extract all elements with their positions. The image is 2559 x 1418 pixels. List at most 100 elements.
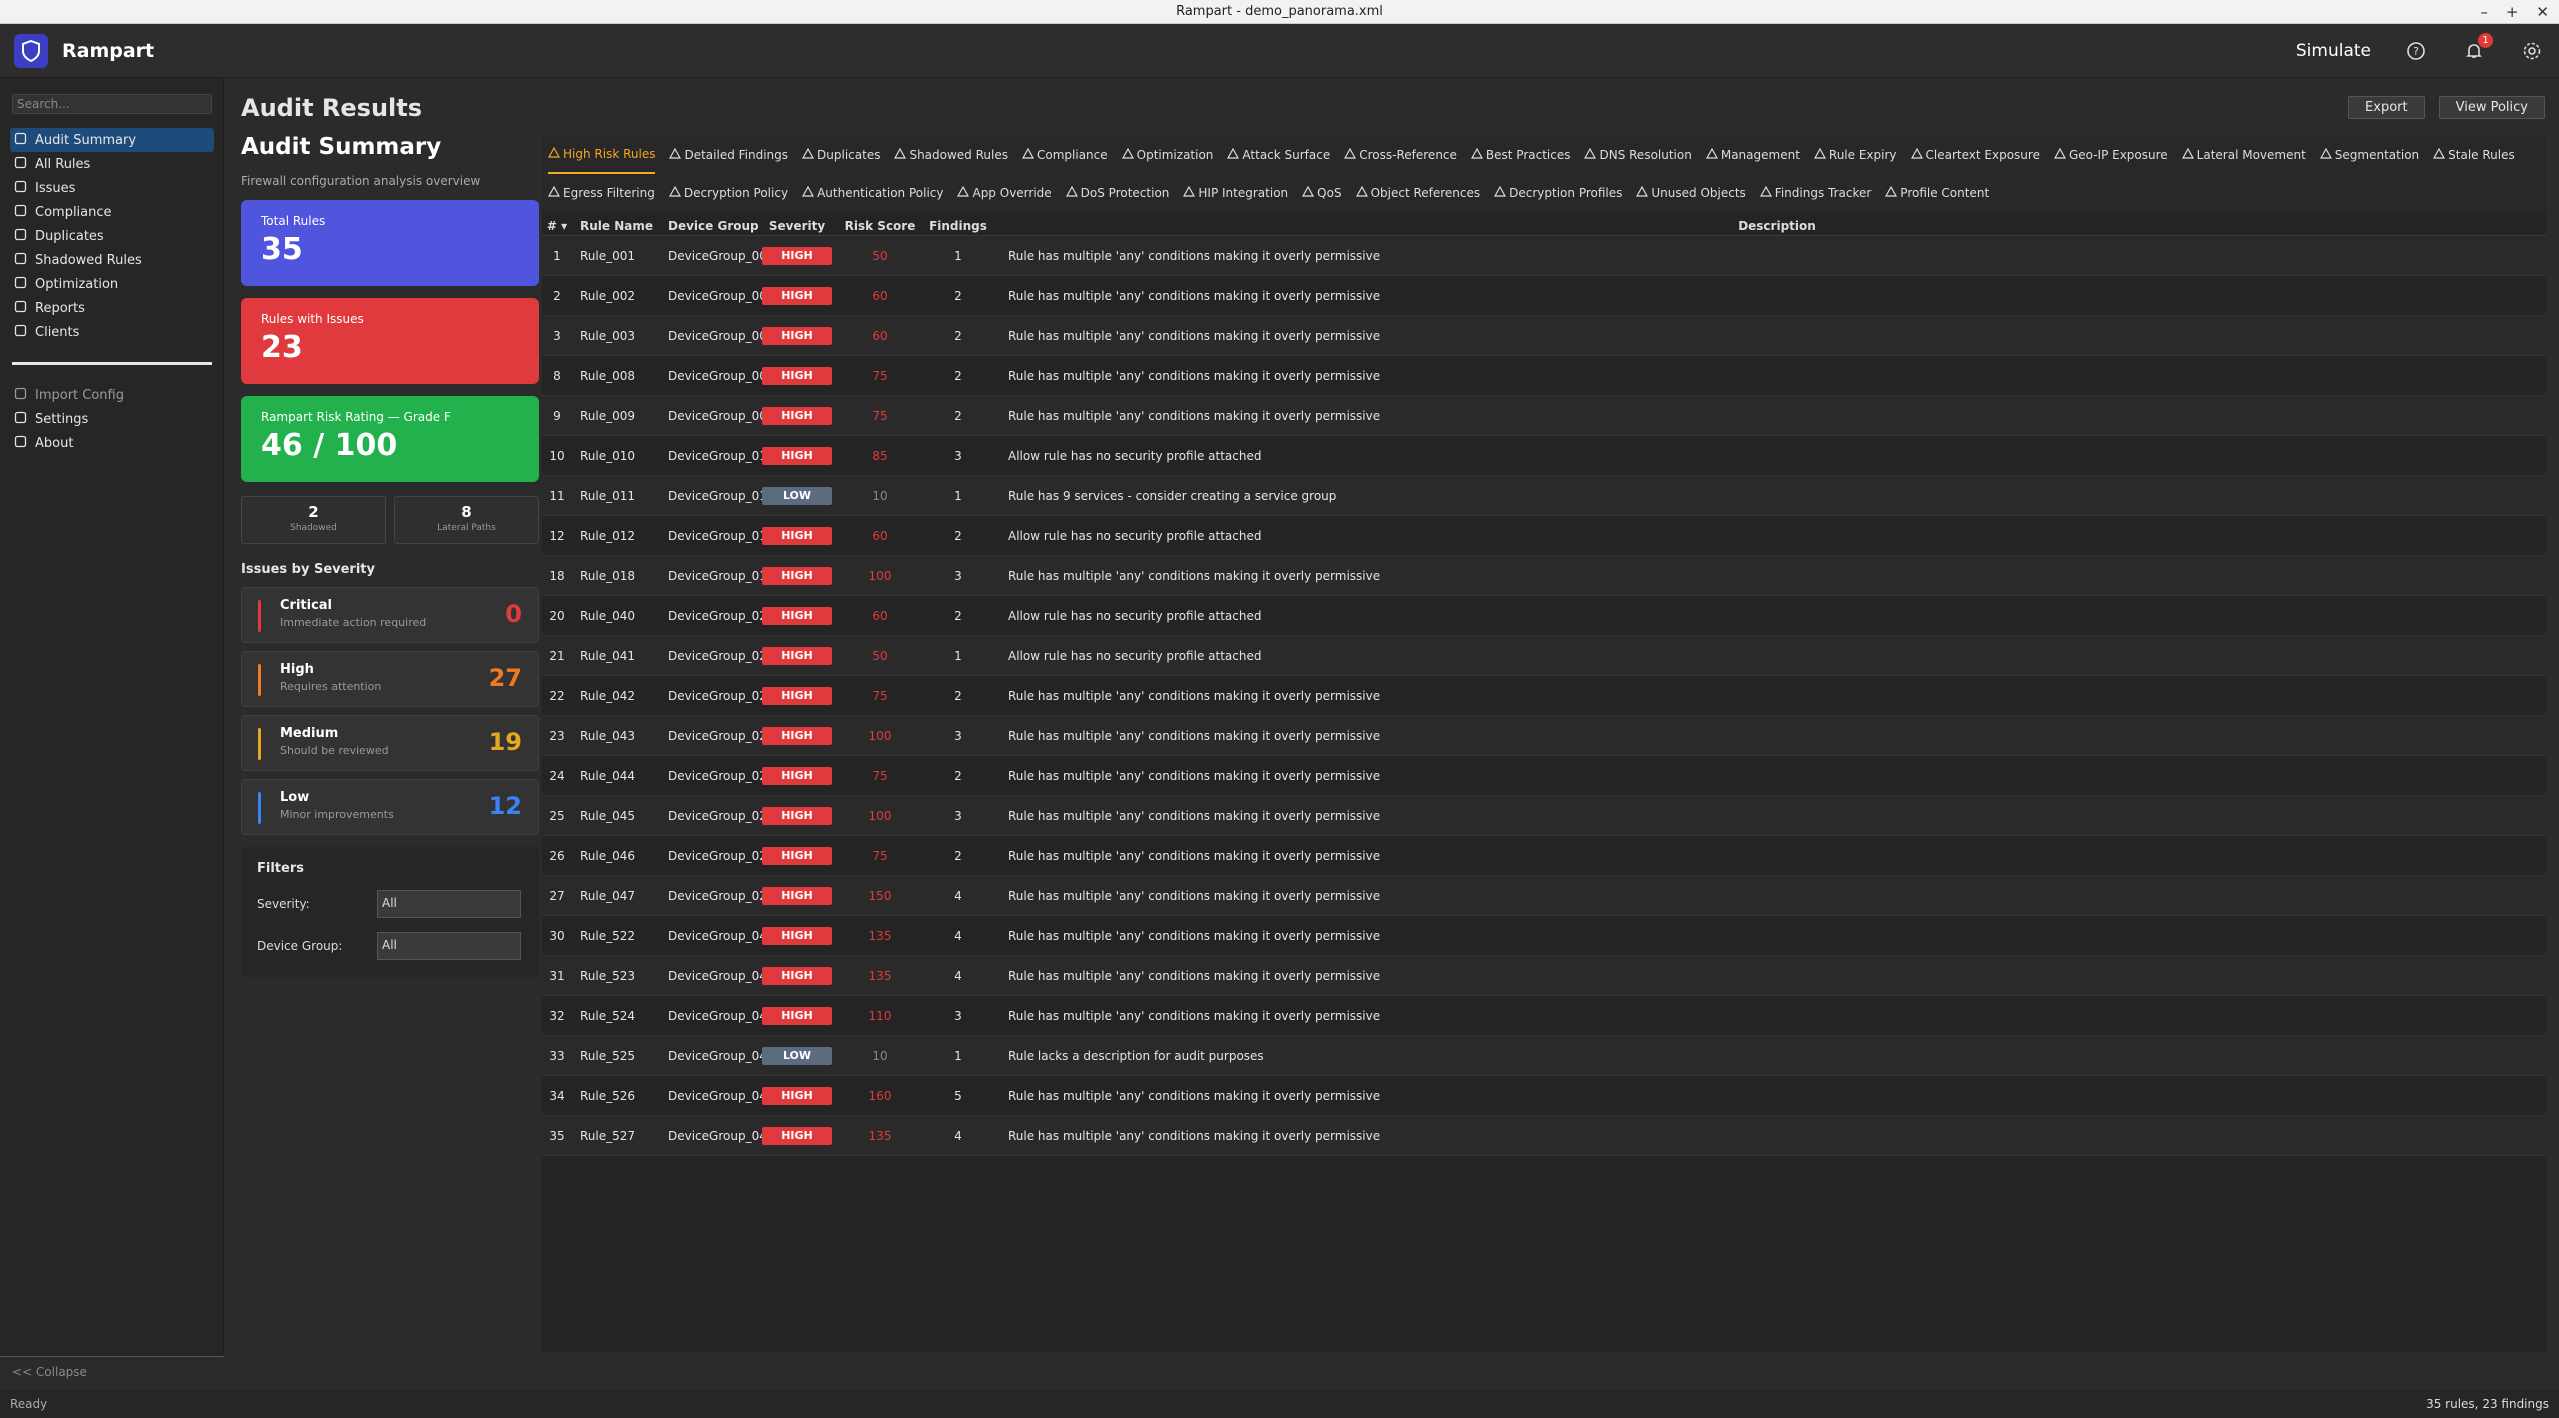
sidebar-item-all-rules[interactable]: All Rules <box>10 152 214 176</box>
severity-cell: HIGH <box>760 366 834 385</box>
table-row[interactable]: 10 Rule_010 DeviceGroup_01 HIGH 85 3 Allow rul… <box>542 436 2546 476</box>
column-header-number[interactable]: # ▾ <box>542 219 572 233</box>
sidebar-item-clients[interactable]: Clients <box>10 320 214 344</box>
tab-findings-tracker[interactable]: Findings Tracker <box>1759 174 1871 212</box>
tab-decryption-profiles[interactable]: Decryption Profiles <box>1494 174 1622 212</box>
tab-high-risk-rules[interactable]: High Risk Rules <box>547 136 656 174</box>
tab-shadowed-rules[interactable]: Shadowed Rules <box>894 136 1008 174</box>
findings-count: 2 <box>954 528 962 543</box>
list-icon <box>14 156 27 173</box>
sidebar-item-about[interactable]: About <box>10 431 214 455</box>
severity-card-medium[interactable]: Medium Should be reviewed 19 <box>241 715 539 771</box>
table-row[interactable]: 2 Rule_002 DeviceGroup_00 HIGH 60 2 Rule has m… <box>542 276 2546 316</box>
maximize-button[interactable]: + <box>2506 3 2519 21</box>
table-row[interactable]: 8 Rule_008 DeviceGroup_00 HIGH 75 2 Rule has m… <box>542 356 2546 396</box>
table-row[interactable]: 1 Rule_001 DeviceGroup_00 HIGH 50 1 Rule has m… <box>542 236 2546 276</box>
table-row[interactable]: 30 Rule_522 DeviceGroup_04 HIGH 135 4 Rule has… <box>542 916 2546 956</box>
device-group: DeviceGroup_04 <box>668 1048 767 1063</box>
simulate-button[interactable]: Simulate <box>2296 41 2371 61</box>
severity-card-high[interactable]: High Requires attention 27 <box>241 651 539 707</box>
tab-management[interactable]: Management <box>1705 136 1800 174</box>
tab-qos[interactable]: QoS <box>1302 174 1342 212</box>
tab-attack-surface[interactable]: Attack Surface <box>1227 136 1330 174</box>
table-row[interactable]: 21 Rule_041 DeviceGroup_02 HIGH 50 1 Allow rul… <box>542 636 2546 676</box>
sidebar-item-audit-summary[interactable]: Audit Summary <box>10 128 214 152</box>
sidebar-item-compliance[interactable]: Compliance <box>10 200 214 224</box>
sidebar-item-settings[interactable]: Settings <box>10 407 214 431</box>
tab-hip-integration[interactable]: HIP Integration <box>1183 174 1288 212</box>
bell-icon[interactable]: 1 <box>2461 33 2493 64</box>
tab-unused-objects[interactable]: Unused Objects <box>1636 174 1746 212</box>
gear-icon <box>14 411 27 428</box>
sidebar-item-reports[interactable]: Reports <box>10 296 214 320</box>
table-row[interactable]: 22 Rule_042 DeviceGroup_02 HIGH 75 2 Rule has … <box>542 676 2546 716</box>
severity-card-low[interactable]: Low Minor improvements 12 <box>241 779 539 835</box>
table-row[interactable]: 32 Rule_524 DeviceGroup_04 HIGH 110 3 Rule has… <box>542 996 2546 1036</box>
table-row[interactable]: 31 Rule_523 DeviceGroup_04 HIGH 135 4 Rule has… <box>542 956 2546 996</box>
tab-rule-expiry[interactable]: Rule Expiry <box>1813 136 1897 174</box>
table-row[interactable]: 27 Rule_047 DeviceGroup_02 HIGH 150 4 Rule has… <box>542 876 2546 916</box>
tab-geo-ip-exposure[interactable]: Geo-IP Exposure <box>2053 136 2168 174</box>
tab-dns-resolution[interactable]: DNS Resolution <box>1584 136 1692 174</box>
table-row[interactable]: 34 Rule_526 DeviceGroup_04 HIGH 160 5 Rule has… <box>542 1076 2546 1116</box>
tab-cleartext-exposure[interactable]: Cleartext Exposure <box>1910 136 2040 174</box>
close-button[interactable]: ✕ <box>2536 3 2549 21</box>
tab-object-references[interactable]: Object References <box>1355 174 1480 212</box>
collapse-button[interactable]: << Collapse <box>0 1356 224 1387</box>
search-input[interactable]: Search... <box>12 94 212 114</box>
info-icon <box>14 435 27 452</box>
device-group-filter-select[interactable]: All <box>377 932 521 960</box>
tab-optimization[interactable]: Optimization <box>1121 136 1213 174</box>
tab-stale-rules[interactable]: Stale Rules <box>2433 136 2515 174</box>
export-button[interactable]: Export <box>2348 96 2425 119</box>
table-row[interactable]: 12 Rule_012 DeviceGroup_01 HIGH 60 2 Allow rul… <box>542 516 2546 556</box>
severity-filter-select[interactable]: All <box>377 890 521 918</box>
tab-best-practices[interactable]: Best Practices <box>1470 136 1570 174</box>
column-header-severity[interactable]: Severity <box>760 219 834 233</box>
sidebar-item-duplicates[interactable]: Duplicates <box>10 224 214 248</box>
severity-card-critical[interactable]: Critical Immediate action required 0 <box>241 587 539 643</box>
sidebar-item-shadowed-rules[interactable]: Shadowed Rules <box>10 248 214 272</box>
tab-icon <box>1885 185 1898 201</box>
column-header-description[interactable]: Description <box>990 219 2546 233</box>
table-row[interactable]: 35 Rule_527 DeviceGroup_04 HIGH 135 4 Rule has… <box>542 1116 2546 1156</box>
tab-lateral-movement[interactable]: Lateral Movement <box>2181 136 2306 174</box>
tab-segmentation[interactable]: Segmentation <box>2319 136 2419 174</box>
table-row[interactable]: 20 Rule_040 DeviceGroup_02 HIGH 60 2 Allow rul… <box>542 596 2546 636</box>
help-icon[interactable]: ? <box>2403 38 2429 64</box>
column-header-device-group[interactable]: Device Group <box>662 219 760 233</box>
tab-app-override[interactable]: App Override <box>957 174 1052 212</box>
gear-icon[interactable] <box>2519 38 2545 64</box>
table-row[interactable]: 11 Rule_011 DeviceGroup_01 LOW 10 1 Rule has 9… <box>542 476 2546 516</box>
tab-duplicates[interactable]: Duplicates <box>802 136 880 174</box>
tab-icon <box>1470 147 1483 163</box>
table-row[interactable]: 9 Rule_009 DeviceGroup_00 HIGH 75 2 Rule has m… <box>542 396 2546 436</box>
table-row[interactable]: 18 Rule_018 DeviceGroup_01 HIGH 100 3 Rule has… <box>542 556 2546 596</box>
column-header-findings[interactable]: Findings <box>926 219 990 233</box>
tab-compliance[interactable]: Compliance <box>1021 136 1108 174</box>
table-row[interactable]: 23 Rule_043 DeviceGroup_02 HIGH 100 3 Rule has… <box>542 716 2546 756</box>
tab-cross-reference[interactable]: Cross-Reference <box>1344 136 1457 174</box>
risk-score: 85 <box>872 448 888 463</box>
table-row[interactable]: 33 Rule_525 DeviceGroup_04 LOW 10 1 Rule lacks… <box>542 1036 2546 1076</box>
column-header-rule-name[interactable]: Rule Name <box>572 219 662 233</box>
tab-egress-filtering[interactable]: Egress Filtering <box>547 174 655 212</box>
sidebar-item-issues[interactable]: Issues <box>10 176 214 200</box>
filters-title: Filters <box>257 861 304 876</box>
column-header-risk-score[interactable]: Risk Score <box>834 219 926 233</box>
tab-dos-protection[interactable]: DoS Protection <box>1065 174 1169 212</box>
tab-detailed-findings[interactable]: Detailed Findings <box>669 136 788 174</box>
table-row[interactable]: 24 Rule_044 DeviceGroup_02 HIGH 75 2 Rule has … <box>542 756 2546 796</box>
severity-cell: HIGH <box>760 446 834 465</box>
tab-label: QoS <box>1317 186 1342 200</box>
table-row[interactable]: 25 Rule_045 DeviceGroup_02 HIGH 100 3 Rule has… <box>542 796 2546 836</box>
table-row[interactable]: 3 Rule_003 DeviceGroup_00 HIGH 60 2 Rule has m… <box>542 316 2546 356</box>
table-row[interactable]: 26 Rule_046 DeviceGroup_02 HIGH 75 2 Rule has … <box>542 836 2546 876</box>
sidebar-item-import-config[interactable]: Import Config <box>10 383 214 407</box>
view-policy-button[interactable]: View Policy <box>2438 96 2545 119</box>
minimize-button[interactable]: – <box>2480 3 2488 21</box>
tab-decryption-policy[interactable]: Decryption Policy <box>668 174 788 212</box>
sidebar-item-optimization[interactable]: Optimization <box>10 272 214 296</box>
tab-authentication-policy[interactable]: Authentication Policy <box>802 174 943 212</box>
tab-profile-content[interactable]: Profile Content <box>1885 174 1989 212</box>
